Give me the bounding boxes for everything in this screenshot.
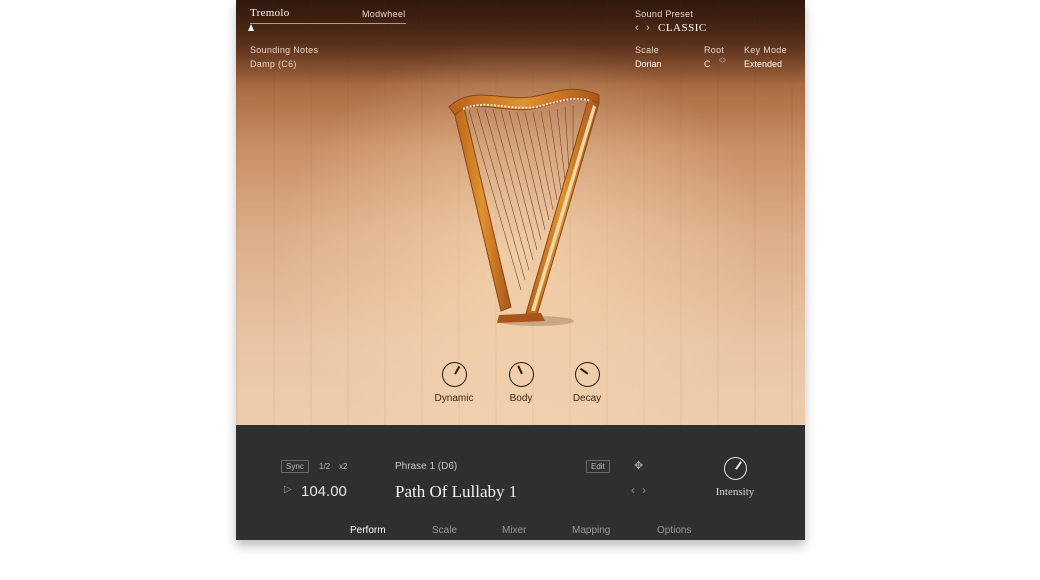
- phrase-prev-icon[interactable]: ‹: [631, 483, 635, 497]
- perform-panel: Sync 1/2 x2 ▷ 104.00 Phrase 1 (D6) Path …: [236, 425, 805, 540]
- dynamic-knob-group: Dynamic: [424, 362, 484, 404]
- double-speed-button[interactable]: x2: [339, 462, 347, 471]
- harp-image: [448, 88, 600, 326]
- scale-value[interactable]: Dorian: [635, 59, 662, 69]
- phrase-next-icon[interactable]: ›: [642, 483, 646, 497]
- sound-preset-label: Sound Preset: [635, 9, 694, 19]
- move-icon[interactable]: ✥: [634, 459, 643, 472]
- sound-preset-value[interactable]: CLASSIC: [658, 22, 707, 34]
- instrument-stage: Tremolo Modwheel Sounding Notes Damp (C6…: [236, 0, 805, 425]
- top-shade: [236, 0, 805, 85]
- dynamic-knob[interactable]: [441, 362, 467, 387]
- decay-knob[interactable]: [574, 362, 600, 387]
- intensity-knob[interactable]: [723, 457, 747, 480]
- root-stepper-icon[interactable]: ︿ ﹀: [719, 54, 726, 68]
- phrase-name[interactable]: Path Of Lullaby 1: [395, 482, 517, 502]
- tab-mixer[interactable]: Mixer: [502, 525, 526, 536]
- body-knob-group: Body: [491, 362, 551, 404]
- tab-perform[interactable]: Perform: [350, 525, 386, 536]
- sounding-notes-value[interactable]: Damp (C6): [250, 59, 297, 69]
- body-knob[interactable]: [508, 362, 534, 387]
- instrument-window: Tremolo Modwheel Sounding Notes Damp (C6…: [236, 0, 805, 540]
- decay-label: Decay: [572, 393, 602, 404]
- tremolo-slider[interactable]: [250, 23, 406, 24]
- play-icon[interactable]: ▷: [284, 484, 292, 495]
- key-mode-value[interactable]: Extended: [744, 59, 782, 69]
- tremolo-slider-handle[interactable]: [248, 24, 254, 31]
- edit-button[interactable]: Edit: [586, 460, 610, 473]
- sounding-notes-label: Sounding Notes: [250, 45, 319, 55]
- root-value[interactable]: C: [704, 59, 711, 69]
- key-mode-label: Key Mode: [744, 45, 787, 55]
- intensity-label: Intensity: [715, 486, 755, 498]
- tab-mapping[interactable]: Mapping: [572, 525, 610, 536]
- decay-knob-group: Decay: [557, 362, 617, 404]
- scale-label: Scale: [635, 45, 660, 55]
- dynamic-label: Dynamic: [434, 393, 474, 404]
- intensity-knob-group: Intensity: [714, 457, 756, 498]
- tremolo-label: Tremolo: [250, 7, 290, 19]
- modwheel-label[interactable]: Modwheel: [362, 9, 405, 19]
- phrase-header: Phrase 1 (D6): [395, 461, 458, 472]
- preset-next-icon[interactable]: ›: [646, 22, 650, 34]
- body-label: Body: [509, 393, 533, 404]
- preset-prev-icon[interactable]: ‹: [635, 22, 639, 34]
- tab-scale[interactable]: Scale: [432, 525, 457, 536]
- sync-button[interactable]: Sync: [281, 460, 309, 473]
- tempo-value[interactable]: 104.00: [301, 483, 347, 500]
- half-speed-button[interactable]: 1/2: [319, 462, 330, 471]
- tab-options[interactable]: Options: [657, 525, 691, 536]
